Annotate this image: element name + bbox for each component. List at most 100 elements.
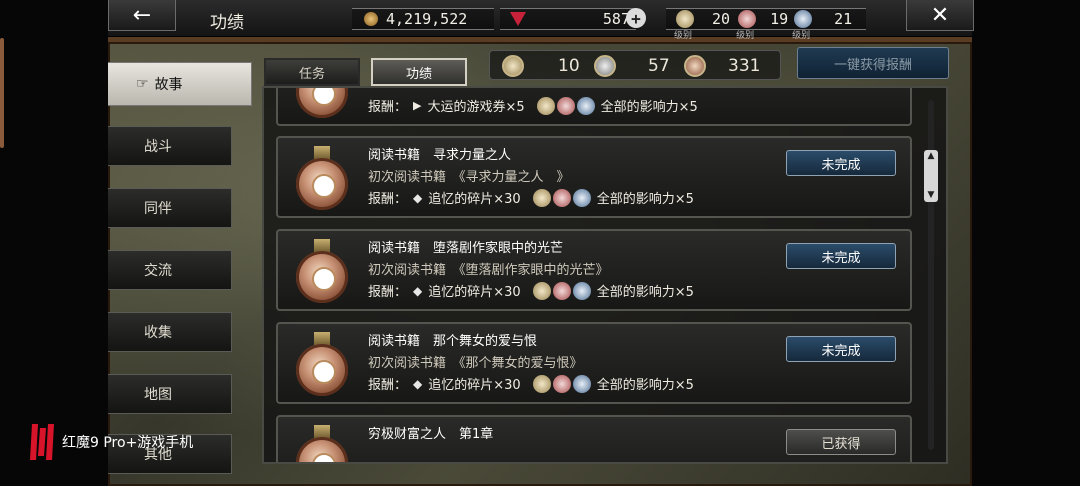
influence-medals-icon [536,96,595,115]
tab-missions[interactable]: 任务 [264,58,360,86]
status-label: 未完成 [821,250,861,266]
status-label: 已获得 [821,436,861,452]
sidebar-item-label: 故事 [154,77,183,93]
gold-coin-icon [364,12,378,26]
achievement-card: 阅读书籍 堕落剧作家眼中的光芒 初次阅读书籍 《堕落剧作家眼中的光芒》 报酬： … [276,229,912,311]
reward-line: 报酬： ◆ 追忆的碎片×30 全部的影响力×5 [368,188,694,207]
sidebar-item-collection[interactable]: 收集 [108,312,232,352]
gold-rank-icon: 级别 [674,10,694,41]
influence-medals-icon [532,374,591,393]
bronze-medal-count: 331 [684,55,760,77]
bronze-medal-badge [296,146,348,216]
sidebar-item-label: 战斗 [144,139,172,155]
reward-line: 报酬： ▶ 大运的游戏券×5 全部的影响力×5 [368,96,698,115]
status-label: 未完成 [821,157,861,173]
bronze-medal-badge [296,88,348,124]
back-button[interactable]: ← [108,0,176,31]
gold-medal-value: 10 [558,56,580,76]
reward-item: 追忆的碎片×30 [428,192,521,207]
medal-count-bar: 10 57 331 [489,50,781,80]
rank-label: 级别 [736,31,755,41]
reward-prefix: 报酬： [368,192,408,207]
achievement-card: 报酬： ▶ 大运的游戏券×5 全部的影响力×5 [276,88,912,126]
bronze-medal-badge [296,239,348,309]
achievement-card: 阅读书籍 寻求力量之人 初次阅读书籍 《寻求力量之人 》 报酬： ◆ 追忆的碎片… [276,136,912,218]
status-button[interactable]: 未完成 [786,336,896,362]
red-rank-icon: 级别 [736,10,757,41]
status-button[interactable]: 未完成 [786,243,896,269]
achievement-card: 阅读书籍 那个舞女的爱与恨 初次阅读书籍 《那个舞女的爱与恨》 报酬： ◆ 追忆… [276,322,912,404]
reward-item: 追忆的碎片×30 [428,285,521,300]
scroll-down-icon: ▼ [927,190,935,200]
reward-extra: 全部的影响力×5 [596,192,694,207]
achievement-description: 初次阅读书籍 《寻求力量之人 》 [368,170,570,185]
achievement-title: 阅读书籍 寻求力量之人 [368,148,512,163]
sidebar-item-label: 同伴 [144,201,172,217]
right-letterbox [972,0,1080,486]
close-icon: ✕ [930,2,950,28]
gem-icon [510,12,526,26]
sidebar-item-companions[interactable]: 同伴 [108,188,232,228]
sidebar-item-story[interactable]: ☞ 故事 [108,62,252,106]
achievement-card: 穷极财富之人 第1章 已获得 [276,415,912,462]
gold-medal-icon [502,55,524,77]
sidebar-item-label: 收集 [144,325,172,341]
influence-medals-icon [532,188,591,207]
add-gems-button[interactable]: + [626,8,646,28]
achievement-list[interactable]: 报酬： ▶ 大运的游戏券×5 全部的影响力×5 阅读书籍 寻求力量之人 初次阅读… [262,86,948,464]
fragment-icon: ◆ [413,376,423,391]
reward-extra: 全部的影响力×5 [600,100,698,115]
fragment-icon: ◆ [413,283,423,298]
blue-rank-icon: 级别 [792,10,813,41]
claim-all-rewards-button[interactable]: 一键获得报酬 [797,47,949,79]
reward-prefix: 报酬： [368,285,408,300]
reward-extra: 全部的影响力×5 [596,378,694,393]
bronze-medal-badge [296,425,348,462]
achievement-description: 初次阅读书籍 《那个舞女的爱与恨》 [368,356,583,371]
status-label: 未完成 [821,343,861,359]
status-button[interactable]: 未完成 [786,150,896,176]
gold-amount: 4,219,522 [386,10,468,28]
fragment-icon: ◆ [413,190,423,205]
achievement-description: 初次阅读书籍 《堕落剧作家眼中的光芒》 [368,263,609,278]
red-rank-count: 19 [770,10,789,28]
bronze-medal-badge [296,332,348,402]
reward-extra: 全部的影响力×5 [596,285,694,300]
silver-medal-value: 57 [648,56,670,76]
reward-prefix: 报酬： [368,100,408,115]
influence-medals-icon [532,281,591,300]
sidebar-item-interaction[interactable]: 交流 [108,250,232,290]
close-button[interactable]: ✕ [906,0,974,31]
bronze-medal-icon [684,55,706,77]
tab-label: 任务 [298,66,325,82]
bronze-medal-value: 331 [728,56,761,76]
rank-medal-display: 级别 20 级别 19 级别 21 [666,8,866,41]
tab-achievements[interactable]: 功绩 [371,58,467,86]
sidebar-item-map[interactable]: 地图 [108,374,232,414]
reward-line: 报酬： ◆ 追忆的碎片×30 全部的影响力×5 [368,281,694,300]
plus-icon: + [626,8,646,28]
claim-all-label: 一键获得报酬 [833,57,912,73]
reward-item: 大运的游戏券×5 [427,100,525,115]
sidebar-item-battle[interactable]: 战斗 [108,126,232,166]
reward-item: 追忆的碎片×30 [428,378,521,393]
gold-rank-count: 20 [712,10,731,28]
silver-medal-icon [594,55,616,77]
gem-display: 587 [500,8,636,30]
medal-emblem [312,267,336,291]
tab-label: 功绩 [405,66,432,82]
gold-display: 4,219,522 [352,8,494,30]
gold-medal-count: 10 [502,55,580,77]
device-watermark: 红魔9 Pro+游戏手机 [28,422,193,462]
status-button[interactable]: 已获得 [786,429,896,455]
rank-label: 级别 [792,31,811,41]
left-letterbox [0,0,108,486]
achievement-title: 阅读书籍 那个舞女的爱与恨 [368,334,538,349]
page-title: 功绩 [210,13,244,33]
reward-line: 报酬： ◆ 追忆的碎片×30 全部的影响力×5 [368,374,694,393]
blue-rank-count: 21 [834,10,853,28]
edge-handle [0,38,4,148]
pointing-hand-icon: ☞ [136,76,149,92]
red-magic-logo-icon [30,424,54,460]
silver-medal-count: 57 [594,55,670,77]
